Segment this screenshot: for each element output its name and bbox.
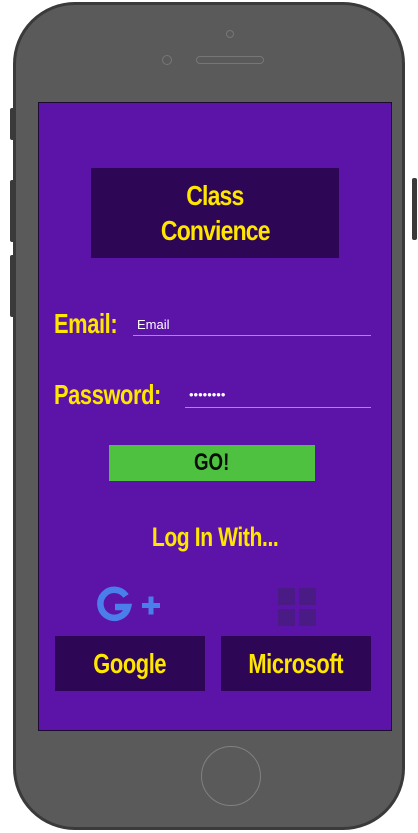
front-camera [226, 30, 234, 38]
app-screen: Class Convience Email: Password: •••••••… [38, 102, 392, 731]
app-title-line1: Class [186, 180, 244, 211]
password-value: •••••••• [189, 387, 226, 402]
google-login-button[interactable]: Google [55, 636, 205, 691]
microsoft-login-button[interactable]: Microsoft [221, 636, 371, 691]
email-label: Email: [54, 308, 118, 339]
volume-down-button [10, 255, 15, 317]
home-button[interactable] [201, 746, 261, 806]
earpiece-speaker [196, 56, 264, 64]
go-button[interactable]: GO! [109, 445, 315, 481]
email-field[interactable] [133, 314, 371, 336]
google-login-label: Google [93, 648, 167, 679]
app-title: Class Convience [91, 178, 339, 248]
app-title-panel: Class Convience [91, 168, 339, 258]
microsoft-grid-icon[interactable] [276, 586, 318, 628]
mute-switch [10, 108, 15, 140]
proximity-sensor [162, 55, 172, 65]
app-title-line2: Convience [160, 215, 271, 246]
password-label: Password: [54, 379, 161, 410]
microsoft-login-label: Microsoft [248, 648, 344, 679]
go-button-label: GO! [194, 449, 230, 476]
volume-up-button [10, 180, 15, 242]
password-field[interactable]: •••••••• [185, 386, 371, 408]
login-with-heading: Log In With... [151, 522, 279, 552]
power-button [412, 178, 417, 240]
google-plus-icon[interactable] [95, 583, 167, 631]
